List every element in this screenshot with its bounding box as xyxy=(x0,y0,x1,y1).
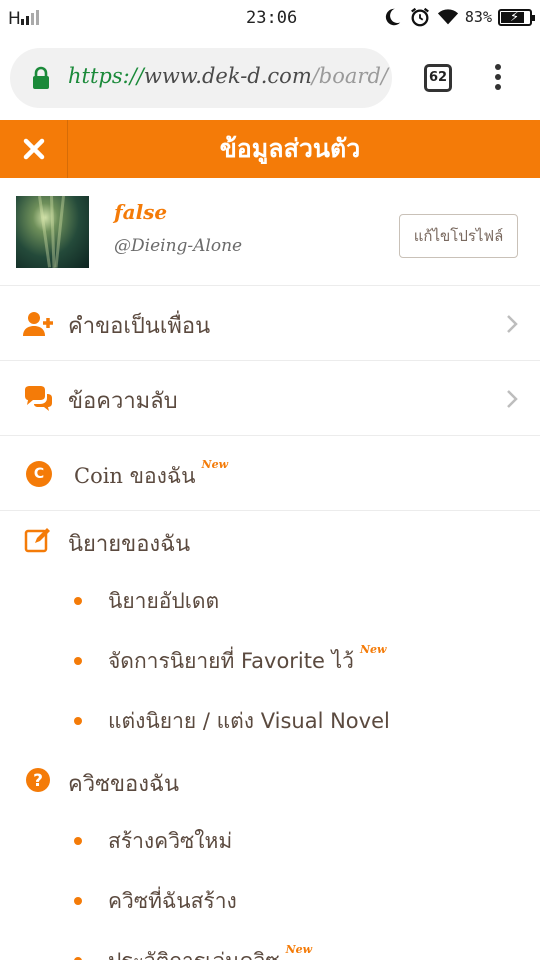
url-path: /board/ xyxy=(311,64,388,88)
novel-section-title[interactable]: นิยายของฉัน xyxy=(68,526,190,561)
wifi-icon xyxy=(437,9,458,25)
novel-item-label: แต่งนิยาย / แต่ง Visual Novel xyxy=(108,709,390,733)
menu-item-coin[interactable]: C Coin ของฉัน New xyxy=(0,436,540,511)
status-bar: H 23:06 83% ⚡ xyxy=(0,0,540,36)
chevron-right-icon xyxy=(507,315,518,333)
app-header: ข้อมูลส่วนตัว xyxy=(0,120,540,178)
url-host: www.dek-d.com xyxy=(143,64,312,88)
friend-requests-label: คำขอเป็นเพื่อน xyxy=(68,314,211,339)
url-text[interactable]: https://www.dek-d.com/board/ xyxy=(68,64,388,88)
quiz-item-create[interactable]: สร้างควิซใหม่ xyxy=(0,811,540,871)
novel-item-text: จัดการนิยายที่ Favorite ไว้ xyxy=(108,649,354,673)
chat-icon xyxy=(25,386,52,411)
menu-item-friend-requests[interactable]: คำขอเป็นเพื่อน xyxy=(0,286,540,361)
tabs-button[interactable]: 62 xyxy=(424,64,452,92)
url-scheme: https:// xyxy=(68,64,144,88)
novel-item-favorites[interactable]: จัดการนิยายที่ Favorite ไว้ New xyxy=(0,631,540,691)
private-messages-label: ข้อความลับ xyxy=(68,389,178,414)
bullet xyxy=(74,657,82,665)
close-icon xyxy=(23,138,44,160)
novel-item-updates[interactable]: นิยายอัปเดต xyxy=(0,571,540,631)
svg-text:?: ? xyxy=(33,771,43,791)
page-title: ข้อมูลส่วนตัว xyxy=(219,134,361,163)
quiz-item-history[interactable]: ประวัติการเล่นควิซ New xyxy=(0,931,540,960)
battery-icon: ⚡ xyxy=(498,8,535,26)
quiz-item-label: สร้างควิซใหม่ xyxy=(108,829,233,853)
bullet xyxy=(74,717,82,725)
browser-toolbar: https://www.dek-d.com/board/ 62 xyxy=(0,36,540,120)
status-icons: 83% ⚡ xyxy=(381,6,535,28)
coin-icon: C xyxy=(26,461,52,487)
coin-label: Coin ของฉัน New xyxy=(74,458,229,493)
clock: 23:06 xyxy=(246,8,298,28)
quiz-item-label: ประวัติการเล่นควิซ New xyxy=(108,943,313,960)
close-button[interactable] xyxy=(0,120,68,178)
browser-menu-icon[interactable] xyxy=(490,64,506,94)
network-type: H xyxy=(8,9,21,29)
new-badge: New xyxy=(285,943,313,956)
battery-percent: 83% xyxy=(464,8,492,26)
edit-icon xyxy=(24,528,50,553)
profile-name[interactable]: false xyxy=(114,200,167,224)
chevron-right-icon xyxy=(507,390,518,408)
profile-handle: @Dieing-Alone xyxy=(114,236,243,256)
moon-icon xyxy=(385,8,401,26)
coin-label-text: Coin ของฉัน xyxy=(74,464,196,488)
new-badge: New xyxy=(201,458,229,471)
avatar[interactable] xyxy=(16,195,89,269)
bullet xyxy=(74,897,82,905)
menu-item-private-messages[interactable]: ข้อความลับ xyxy=(0,361,540,436)
bullet xyxy=(74,597,82,605)
novel-item-write[interactable]: แต่งนิยาย / แต่ง Visual Novel xyxy=(0,691,540,751)
quiz-section-title[interactable]: ควิซของฉัน xyxy=(68,766,179,801)
address-bar[interactable]: https://www.dek-d.com/board/ xyxy=(10,48,392,108)
charging-icon: ⚡ xyxy=(510,9,520,25)
novel-item-label: จัดการนิยายที่ Favorite ไว้ New xyxy=(108,643,387,678)
new-badge: New xyxy=(359,643,387,656)
signal-icon xyxy=(20,10,39,25)
add-friend-icon xyxy=(23,312,53,336)
quiz-item-mine[interactable]: ควิซที่ฉันสร้าง xyxy=(0,871,540,931)
quiz-item-text: ประวัติการเล่นควิซ xyxy=(108,949,280,960)
question-icon: ? xyxy=(26,768,50,792)
edit-profile-button[interactable]: แก้ไขโปรไฟล์ xyxy=(399,214,518,258)
signal-indicator: H xyxy=(8,9,43,29)
bullet xyxy=(74,837,82,845)
profile-card: false @Dieing-Alone แก้ไขโปรไฟล์ xyxy=(0,178,540,286)
lock-icon xyxy=(33,66,49,89)
quiz-item-label: ควิซที่ฉันสร้าง xyxy=(108,889,237,913)
novel-item-label: นิยายอัปเดต xyxy=(108,589,220,613)
alarm-icon xyxy=(410,7,429,27)
